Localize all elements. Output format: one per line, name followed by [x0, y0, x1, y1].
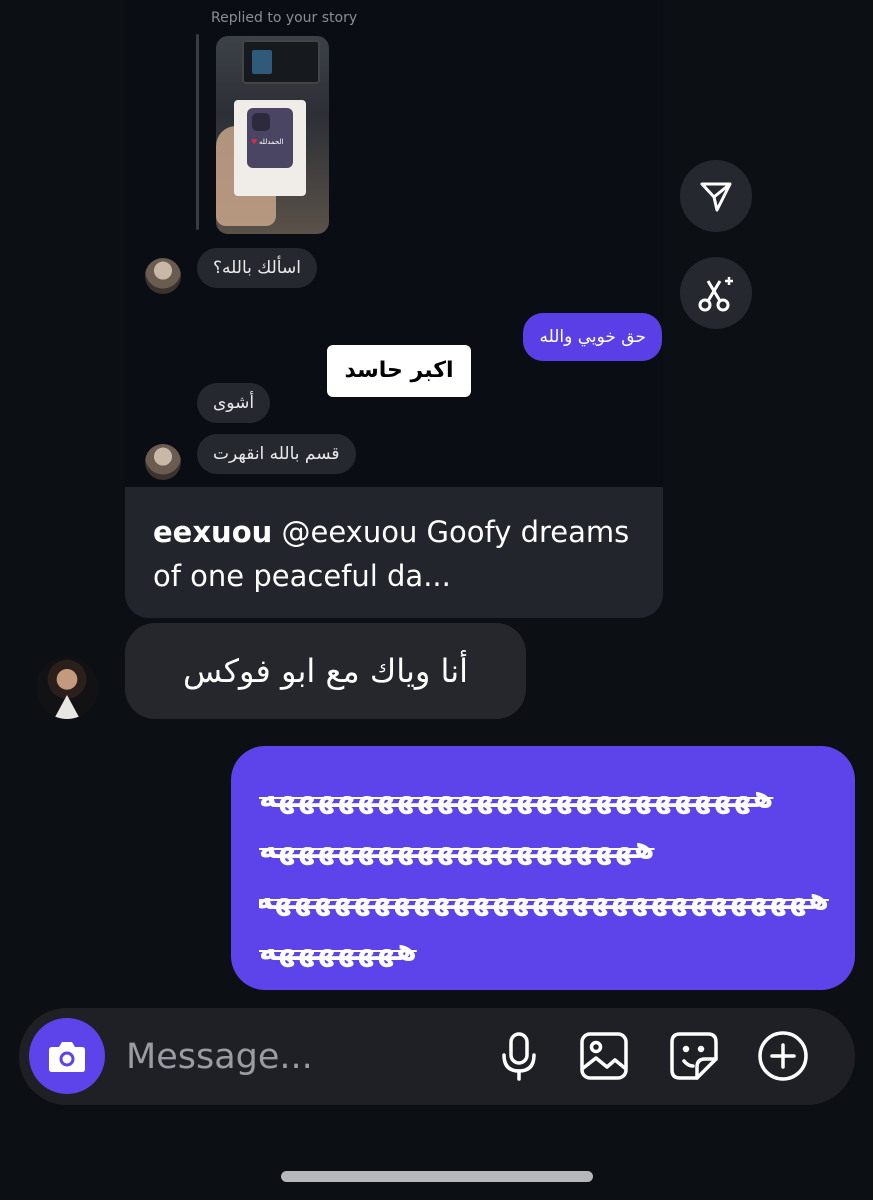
post-caption: eexuou @eexuou Goofy dreams of one peace…: [153, 510, 643, 598]
sticker-button[interactable]: [668, 1030, 720, 1082]
phone-image: ♥ الحمدلله: [247, 108, 293, 168]
caption-username: eexuou: [153, 515, 273, 549]
heart-icon: ♥: [251, 138, 258, 146]
home-indicator: [281, 1171, 593, 1182]
message-bubble: أشوى: [197, 383, 271, 423]
avatar: [145, 258, 181, 294]
image-icon: [580, 1032, 628, 1080]
sticker-label: اكبر حاسد: [327, 345, 471, 397]
remix-button[interactable]: [680, 257, 752, 329]
received-message-bubble[interactable]: أنا وياك مع ابو فوكس: [125, 623, 526, 719]
shared-post-image: Replied to your story ♥ الحمدلله اسألك ب…: [125, 0, 663, 487]
sender-avatar[interactable]: [36, 657, 98, 719]
share-button[interactable]: [680, 160, 752, 232]
camera-button[interactable]: [29, 1018, 105, 1094]
message-input[interactable]: [126, 1032, 466, 1082]
story-reply-label: Replied to your story: [211, 10, 358, 26]
thumb-text: الحمدلله: [259, 138, 284, 146]
camera-icon: [49, 1042, 85, 1072]
sticker-icon: [670, 1032, 718, 1080]
plus-circle-icon: [758, 1031, 808, 1081]
more-button[interactable]: [757, 1030, 809, 1082]
scissors-sparkle-icon: [698, 277, 733, 312]
avatar: [145, 444, 181, 480]
message-bubble: اسألك بالله؟: [197, 248, 317, 288]
story-thumbnail: ♥ الحمدلله: [216, 36, 329, 234]
gallery-button[interactable]: [578, 1030, 630, 1082]
sent-message-line: هههههههه: [259, 933, 417, 968]
story-quote-line: [196, 34, 199, 230]
send-icon: [700, 182, 732, 212]
sent-message-bubble[interactable]: هههههههههههههههههههههههههه ههههههههههههه…: [231, 746, 855, 990]
phone-box: ♥ الحمدلله: [234, 100, 306, 196]
sent-message-line: هههههههههههههههههههههههههه: [259, 780, 774, 815]
sent-message-line: ههههههههههههههههههههههههههههه: [259, 882, 829, 917]
car-screen: [242, 40, 320, 84]
microphone-icon: [502, 1032, 536, 1081]
sent-message-line: هههههههههههههههههههه: [259, 831, 655, 866]
message-bubble-sent: حق خويي والله: [523, 313, 662, 361]
message-bubble: قسم بالله انقهرت: [197, 434, 356, 474]
shared-post-card[interactable]: Replied to your story ♥ الحمدلله اسألك ب…: [125, 0, 663, 618]
message-composer: [19, 1008, 855, 1105]
voice-message-button[interactable]: [493, 1030, 545, 1082]
